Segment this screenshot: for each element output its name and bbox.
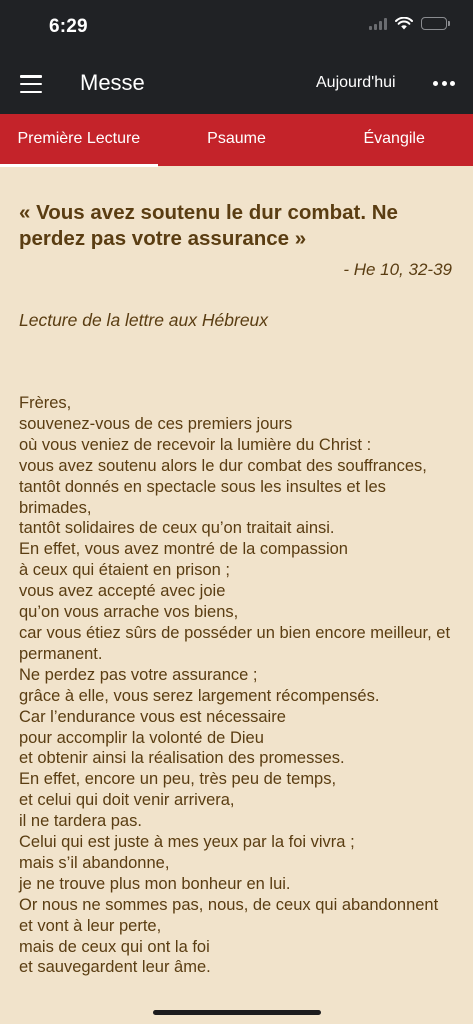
reading-line: car vous étiez sûrs de posséder un bien … bbox=[19, 623, 451, 663]
reading-line: tantôt solidaires de ceux qu’on traitait… bbox=[19, 519, 335, 538]
reading-content[interactable]: « Vous avez soutenu le dur combat. Ne pe… bbox=[0, 166, 473, 1024]
reading-line: tantôt donnés en spectacle sous les insu… bbox=[19, 477, 386, 517]
tab-psaume[interactable]: Psaume bbox=[158, 114, 316, 166]
cellular-signal-icon bbox=[369, 17, 387, 30]
reading-title: « Vous avez soutenu le dur combat. Ne pe… bbox=[19, 201, 398, 250]
app-bar: Messe Aujourd'hui bbox=[0, 56, 473, 114]
today-button[interactable]: Aujourd'hui bbox=[316, 74, 396, 92]
reading-text: Frères, souvenez-vous de ces premiers jo… bbox=[19, 393, 454, 978]
reading-subtitle: Lecture de la lettre aux Hébreux bbox=[19, 310, 269, 330]
reading-line: Car l’endurance vous est nécessaire bbox=[19, 707, 286, 726]
reading-reference: - He 10, 32-39 bbox=[343, 260, 452, 279]
reading-line: Or nous ne sommes pas, nous, de ceux qui… bbox=[19, 895, 439, 914]
home-indicator[interactable] bbox=[153, 1010, 321, 1015]
wifi-icon bbox=[395, 17, 413, 30]
reading-line: En effet, encore un peu, très peu de tem… bbox=[19, 770, 337, 789]
reading-line: et celui qui doit venir arrivera, bbox=[19, 791, 235, 810]
tab-bar: Première Lecture Psaume Évangile bbox=[0, 114, 473, 167]
reading-line: Frères, bbox=[19, 394, 72, 412]
status-bar: 6:29 bbox=[0, 0, 473, 56]
reading-line: Celui qui est juste à mes yeux par la fo… bbox=[19, 833, 355, 852]
reading-line: qu’on vous arrache vos biens, bbox=[19, 603, 239, 622]
status-time: 6:29 bbox=[49, 16, 88, 37]
battery-icon bbox=[421, 17, 450, 30]
more-options-icon[interactable] bbox=[433, 81, 455, 86]
reading-line: et vont à leur perte, bbox=[19, 916, 162, 935]
reading-line: il ne tardera pas. bbox=[19, 812, 142, 831]
reading-line: vous avez soutenu alors le dur combat de… bbox=[19, 456, 427, 475]
reading-line: où vous veniez de recevoir la lumière du… bbox=[19, 435, 372, 454]
reading-line: vous avez accepté avec joie bbox=[19, 582, 226, 601]
reading-line: En effet, vous avez montré de la compass… bbox=[19, 540, 348, 559]
reading-line: à ceux qui étaient en prison ; bbox=[19, 561, 230, 580]
reading-line: pour accomplir la volonté de Dieu bbox=[19, 728, 264, 747]
reading-line: souvenez-vous de ces premiers jours bbox=[19, 414, 293, 433]
reading-line: grâce à elle, vous serez largement récom… bbox=[19, 686, 380, 705]
reading-line: je ne trouve plus mon bonheur en lui. bbox=[19, 874, 291, 893]
app-title: Messe bbox=[80, 70, 145, 95]
hamburger-menu-icon[interactable] bbox=[20, 75, 42, 93]
tab-premiere-lecture[interactable]: Première Lecture bbox=[0, 114, 158, 167]
reading-line: Ne perdez pas votre assurance ; bbox=[19, 665, 258, 684]
status-icons bbox=[369, 17, 450, 30]
reading-line: mais s’il abandonne, bbox=[19, 853, 170, 872]
reading-line: et sauvegardent leur âme. bbox=[19, 958, 211, 977]
reading-line: mais de ceux qui ont la foi bbox=[19, 937, 210, 956]
app-screen: 6:29 Messe Aujourd'hui Première Lecture bbox=[0, 0, 473, 1024]
reading-line: et obtenir ainsi la réalisation des prom… bbox=[19, 749, 345, 768]
tab-evangile[interactable]: Évangile bbox=[315, 114, 473, 166]
